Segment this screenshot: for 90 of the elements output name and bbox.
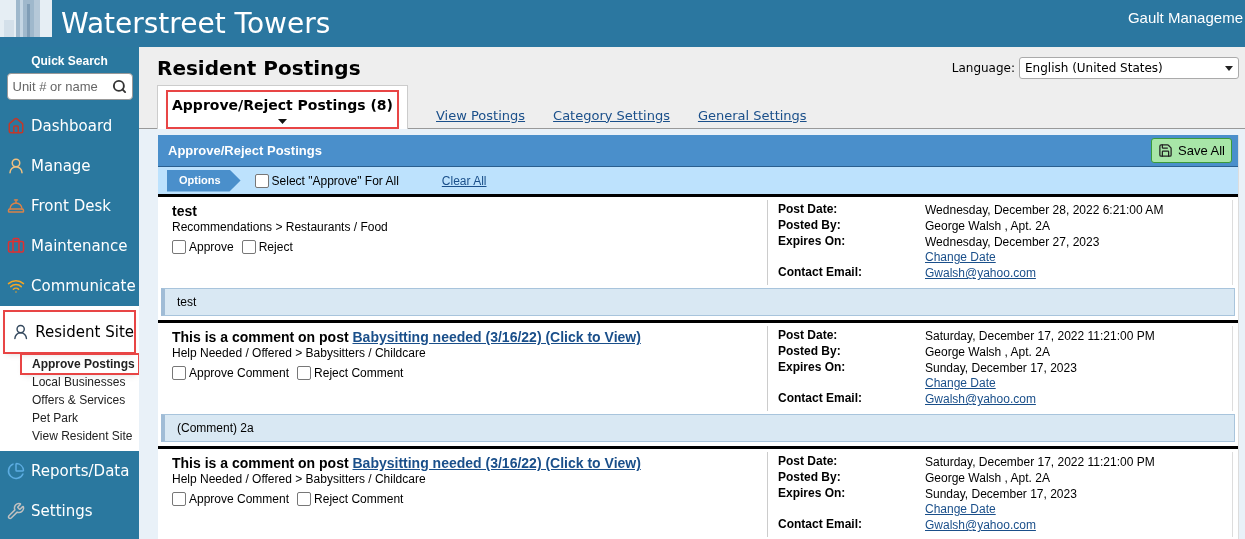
- caret-icon: [278, 119, 287, 124]
- house-icon: [7, 117, 25, 135]
- submenu-item[interactable]: View Resident Site: [32, 427, 139, 445]
- submenu-item[interactable]: Local Businesses: [32, 373, 139, 391]
- search-icon[interactable]: [111, 79, 127, 94]
- sidebar-item[interactable]: Dashboard: [0, 106, 139, 146]
- checkbox-label[interactable]: Reject Comment: [314, 490, 404, 508]
- checkbox[interactable]: [172, 492, 186, 506]
- checkbox-label[interactable]: Approve: [189, 238, 234, 256]
- language-label: Language:: [951, 60, 1015, 77]
- submenu-item[interactable]: Approve Postings: [22, 355, 138, 373]
- caret-icon: [1225, 65, 1233, 71]
- person-icon: [12, 323, 30, 341]
- tab[interactable]: General Settings: [697, 105, 807, 128]
- posting-category: Recommendations > Restaurants / Food: [172, 220, 388, 235]
- save-all-button[interactable]: Save All: [1151, 138, 1232, 163]
- posting-title: This is a comment on post: [172, 455, 349, 471]
- detail-value: Sunday, December 17, 2023: [925, 487, 1077, 502]
- detail-value: Wednesday, December 28, 2022 6:21:00 AM: [925, 203, 1164, 218]
- detail-value: Saturday, December 17, 2022 11:21:00 PM: [925, 455, 1155, 470]
- bell-icon: [7, 197, 25, 215]
- change-date-link[interactable]: Change Date: [925, 376, 996, 391]
- email-link[interactable]: Gwalsh@yahoo.com: [925, 392, 1036, 407]
- wifi-icon: [7, 277, 25, 295]
- sidebar-item[interactable]: Resident Site: [5, 312, 134, 352]
- save-icon: [1158, 143, 1173, 158]
- detail-value: George Walsh , Apt. 2A: [925, 345, 1050, 360]
- tab[interactable]: View Postings: [436, 105, 526, 128]
- detail-label: Posted By:: [778, 470, 842, 486]
- detail-label: Contact Email:: [778, 265, 863, 281]
- site-title: Waterstreet Towers: [61, 5, 331, 42]
- posting-message: (Comment) 2a: [161, 414, 1235, 442]
- sidebar-item[interactable]: Communicate: [0, 266, 139, 306]
- posting-category: Help Needed / Offered > Babysitters / Childcare: [172, 346, 426, 361]
- detail-value: Sunday, December 17, 2023: [925, 361, 1077, 376]
- post-link[interactable]: Babysitting needed (3/16/22) (Click to View): [352, 455, 641, 471]
- detail-label: Expires On:: [778, 360, 847, 376]
- detail-label: Expires On:: [778, 486, 847, 502]
- sidebar-item[interactable]: Settings: [0, 491, 139, 531]
- post-link[interactable]: Babysitting needed (3/16/22) (Click to View): [352, 329, 641, 345]
- clear-all-link[interactable]: Clear All: [441, 171, 487, 190]
- posting-title: This is a comment on post: [172, 329, 349, 345]
- detail-label: Expires On:: [778, 234, 847, 250]
- checkbox[interactable]: [297, 366, 312, 380]
- checkbox-label[interactable]: Reject: [258, 238, 293, 256]
- detail-label: Posted By:: [778, 218, 842, 234]
- sidebar-item[interactable]: Manage: [0, 146, 139, 186]
- quick-search-label: Quick Search: [31, 53, 108, 70]
- checkbox[interactable]: [254, 173, 269, 188]
- checkbox[interactable]: [172, 366, 186, 380]
- email-link[interactable]: Gwalsh@yahoo.com: [925, 518, 1036, 533]
- detail-value: Saturday, December 17, 2022 11:21:00 PM: [925, 329, 1155, 344]
- company-name: Gault Manageme: [1127, 8, 1244, 28]
- checkbox-label[interactable]: Approve Comment: [189, 490, 290, 508]
- detail-label: Post Date:: [778, 202, 839, 218]
- detail-value: George Walsh , Apt. 2A: [925, 471, 1050, 486]
- submenu-item[interactable]: Offers & Services: [32, 391, 139, 409]
- detail-label: Contact Email:: [778, 391, 863, 407]
- sidebar-item[interactable]: Maintenance: [0, 226, 139, 266]
- sidebar-item[interactable]: Front Desk: [0, 186, 139, 226]
- sidebar-item[interactable]: Reports/Data: [0, 451, 139, 491]
- person-icon: [7, 157, 25, 175]
- detail-value: Wednesday, December 27, 2023: [925, 235, 1100, 250]
- options-label: Options: [167, 169, 241, 192]
- posting-title: test: [172, 203, 197, 219]
- submenu-item[interactable]: Pet Park: [32, 409, 139, 427]
- detail-label: Posted By:: [778, 344, 842, 360]
- detail-label: Post Date:: [778, 454, 839, 470]
- posting-message: test: [161, 288, 1235, 316]
- tab[interactable]: Category Settings: [553, 105, 670, 128]
- search-field[interactable]: Unit # or name: [6, 73, 133, 100]
- detail-label: Contact Email:: [778, 517, 863, 533]
- panel-title: Approve/Reject Postings: [168, 141, 322, 160]
- language-select[interactable]: English (United States): [1019, 57, 1239, 79]
- detail-label: Post Date:: [778, 328, 839, 344]
- briefcase-icon: [7, 237, 25, 255]
- checkbox[interactable]: [297, 492, 312, 506]
- change-date-link[interactable]: Change Date: [925, 502, 996, 517]
- checkbox[interactable]: [241, 240, 256, 254]
- checkbox-label[interactable]: Reject Comment: [314, 364, 404, 382]
- detail-value: George Walsh , Apt. 2A: [925, 219, 1050, 234]
- posting-category: Help Needed / Offered > Babysitters / Childcare: [172, 472, 426, 487]
- wrench-icon: [7, 502, 25, 520]
- page-title: Resident Postings: [157, 55, 361, 82]
- checkbox-label[interactable]: Select "Approve" For All: [271, 171, 399, 190]
- email-link[interactable]: Gwalsh@yahoo.com: [925, 266, 1036, 281]
- pie-chart-icon: [7, 462, 25, 480]
- checkbox[interactable]: [172, 240, 186, 254]
- checkbox-label[interactable]: Approve Comment: [189, 364, 290, 382]
- change-date-link[interactable]: Change Date: [925, 250, 996, 265]
